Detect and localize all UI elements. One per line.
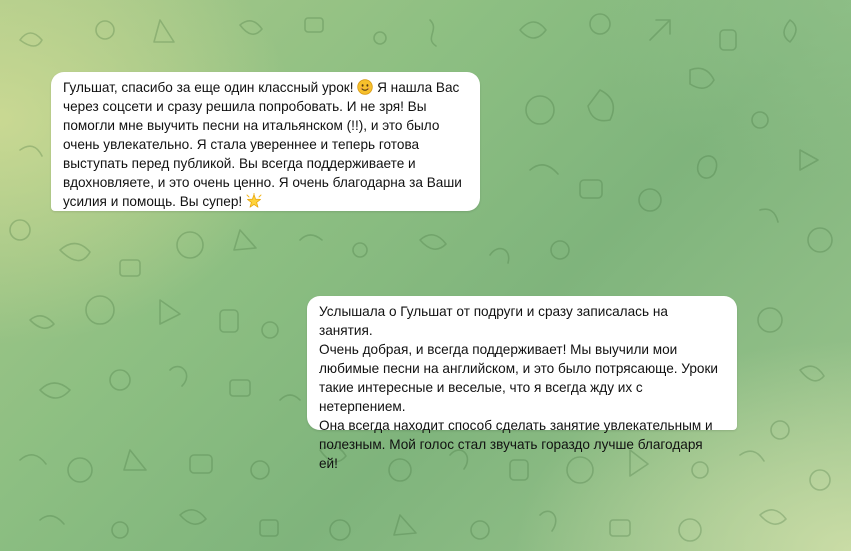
message-bubble-incoming[interactable]: Гульшат, спасибо за еще один классный ур… [51,72,480,211]
glowing-star-emoji [246,193,262,208]
message-bubble-outgoing[interactable]: Услышала о Гульшат от подруги и сразу за… [307,296,737,471]
message-text: Я нашла Вас через соцсети и сразу решила… [63,80,462,209]
smiling-face-emoji [357,79,374,95]
message-text: Услышала о Гульшат от подруги и сразу за… [319,304,718,471]
message-text: Гульшат, спасибо за еще один классный ур… [63,80,358,95]
